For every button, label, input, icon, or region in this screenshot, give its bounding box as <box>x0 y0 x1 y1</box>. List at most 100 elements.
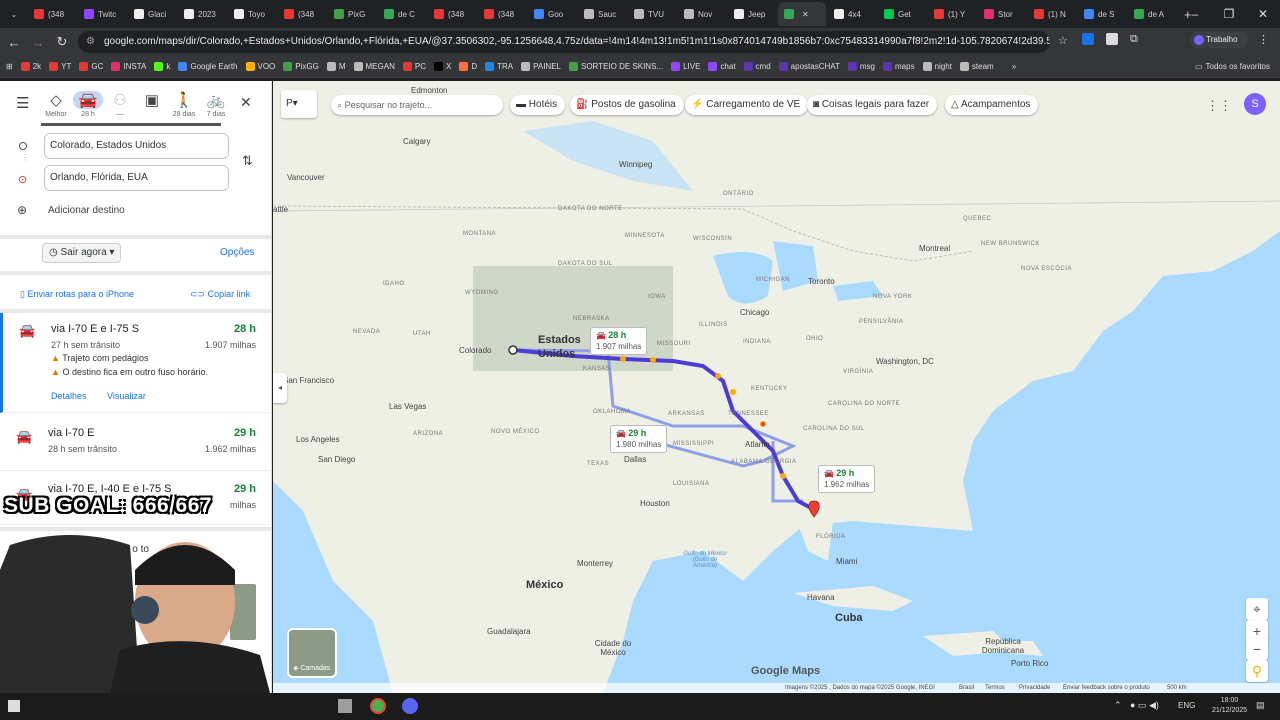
chip-hotels[interactable]: ▬ Hotéis <box>510 95 566 115</box>
bookmark-item[interactable]: k <box>154 62 170 71</box>
route-option[interactable]: 🚘 via I-70 E 29 h 28 h sem trânsito 1.96… <box>0 417 271 471</box>
pegman-icon[interactable]: ⚲ <box>1246 660 1268 682</box>
bookmark-item[interactable]: PixGG <box>283 62 319 71</box>
browser-tab[interactable]: (348 <box>278 2 326 26</box>
notifications-icon[interactable]: ▤ <box>1256 700 1265 711</box>
apps-icon[interactable]: ⊞ <box>6 62 13 71</box>
chip-ev-charging[interactable]: ⚡ Carregamento de VE <box>685 95 809 115</box>
reload-button[interactable]: ↻ <box>50 30 74 54</box>
language-indicator[interactable]: ENG <box>1178 701 1195 710</box>
browser-tab[interactable]: (348 <box>428 2 476 26</box>
apps-grid-icon[interactable]: ⋮⋮ <box>1206 98 1232 114</box>
bookmark-item[interactable]: Google Earth <box>178 62 238 71</box>
chip-things-to-do[interactable]: ◙ Coisas legais para fazer <box>807 95 938 115</box>
bookmark-item[interactable]: YT <box>49 62 71 71</box>
menu-icon[interactable]: ☰ <box>16 94 29 112</box>
close-window-button[interactable]: ✕ <box>1246 0 1280 28</box>
bookmarks-overflow-button[interactable]: » <box>1012 62 1016 71</box>
bookmark-item[interactable]: D <box>459 62 477 71</box>
tray-icons[interactable]: ● ▭ ◀) <box>1130 700 1159 711</box>
bookmark-item[interactable]: chat <box>708 62 736 71</box>
browser-tab[interactable]: 4x4 <box>828 2 876 26</box>
route-callout[interactable]: 🚘 29 h 1.980 milhas <box>610 425 668 453</box>
bookmark-item[interactable]: apostasCHAT <box>778 62 840 71</box>
clock[interactable]: 18:00 21/12/2025 <box>1212 696 1247 716</box>
browser-tab[interactable]: TVU <box>628 2 676 26</box>
chip-gas-stations[interactable]: ⛽ Postos de gasolina <box>570 95 684 115</box>
bookmark-item[interactable]: SORTEIO DE SKINS... <box>568 62 663 71</box>
minimize-button[interactable]: – <box>1178 0 1212 28</box>
mode-walk[interactable]: 🚶 28 dias <box>169 91 199 118</box>
url-field[interactable]: ⚙ google.com/maps/dir/Colorado,+Estados+… <box>78 31 1050 53</box>
extension-icon[interactable] <box>1082 33 1094 45</box>
mode-motorcycle[interactable]: ⚇ — <box>105 91 135 118</box>
all-bookmarks-folder[interactable]: ▭ Todos os favoritos <box>1195 62 1270 71</box>
browser-tab[interactable]: de C <box>378 2 426 26</box>
browser-tab[interactable]: de A <box>1128 2 1176 26</box>
search-dropdown[interactable]: P▾ <box>281 90 317 118</box>
route-search-input[interactable]: ⌕ Pesquisar no trajeto... <box>331 95 503 115</box>
options-button[interactable]: Opções <box>220 247 254 258</box>
route-option[interactable]: 🚘 via I-70 E e I-75 S 28 h 27 h sem trân… <box>0 313 271 413</box>
browser-tab[interactable]: Goo <box>528 2 576 26</box>
origin-field[interactable]: Colorado, Estados Unidos <box>44 133 229 159</box>
add-destination-button[interactable]: Adicionar destino <box>48 205 125 216</box>
route-callout[interactable]: 🚘 29 h 1.962 milhas <box>818 465 876 493</box>
browser-tab[interactable]: (348 <box>478 2 526 26</box>
browser-tab[interactable]: Get <box>878 2 926 26</box>
browser-tab[interactable]: Nov <box>678 2 726 26</box>
bookmark-item[interactable]: PC <box>402 62 426 71</box>
mode-best[interactable]: ◇ Melhor <box>41 91 71 118</box>
tray-chevron-icon[interactable]: ⌃ <box>1114 700 1122 711</box>
close-tab-icon[interactable]: ✕ <box>802 10 809 19</box>
browser-tab[interactable]: 2023 <box>178 2 226 26</box>
forward-button[interactable]: → <box>26 30 50 54</box>
browser-tab[interactable]: de S <box>1078 2 1126 26</box>
chrome-icon[interactable] <box>370 698 386 714</box>
copy-link-button[interactable]: ⊂⊃ Copiar link <box>190 289 250 300</box>
puzzle-icon[interactable]: ⧉ <box>1130 33 1138 46</box>
browser-tab[interactable]: Jeep <box>728 2 776 26</box>
browser-tab[interactable]: Glaci <box>128 2 176 26</box>
mode-car[interactable]: 🚘 28 h <box>73 91 103 118</box>
send-to-phone-button[interactable]: ▯ Enviar rotas para o iPhone <box>20 289 134 300</box>
route-callout[interactable]: 🚘 28 h 1.907 milhas <box>590 327 648 355</box>
my-location-button[interactable]: ⌖ <box>1246 598 1268 620</box>
feedback-link[interactable]: Enviar feedback sobre o produto <box>1063 683 1150 693</box>
terms-link[interactable]: Termos <box>985 683 1005 693</box>
tab-search-button[interactable]: ⌄ <box>2 2 26 26</box>
bookmark-item[interactable]: M <box>326 62 346 71</box>
start-button[interactable] <box>8 700 20 712</box>
mode-transit[interactable]: ▣ <box>137 91 167 111</box>
depart-time-dropdown[interactable]: ◷ Sair agora ▾ <box>42 243 122 263</box>
bookmark-item[interactable]: 2k <box>20 62 41 71</box>
add-icon[interactable]: ⊕ <box>17 203 27 217</box>
account-avatar[interactable]: S <box>1244 93 1266 115</box>
bookmark-item[interactable]: steam <box>959 62 994 71</box>
bookmark-item[interactable]: cmd <box>743 62 771 71</box>
bookmark-item[interactable]: GC <box>79 62 103 71</box>
browser-tab[interactable]: (1) N <box>1028 2 1076 26</box>
map-canvas[interactable]: Calgary Edmonton Vancouver Winnipeg attl… <box>273 81 1280 693</box>
browser-tab[interactable]: (1) Y <box>928 2 976 26</box>
bookmark-item[interactable]: TRA <box>485 62 513 71</box>
kebab-menu-icon[interactable]: ⋮ <box>1258 33 1269 46</box>
browser-tab[interactable]: Stor <box>978 2 1026 26</box>
bookmark-item[interactable]: msg <box>847 62 875 71</box>
bookmark-item[interactable]: INSTA <box>111 62 146 71</box>
browser-tab[interactable]: Sauc <box>578 2 626 26</box>
bookmark-item[interactable]: VOO <box>245 62 275 71</box>
browser-tab[interactable]: ✕ <box>778 2 826 26</box>
browser-tab[interactable]: Twitc <box>78 2 126 26</box>
zoom-out-button[interactable]: − <box>1246 638 1268 660</box>
profile-chip[interactable]: Trabalho <box>1190 32 1248 48</box>
preview-button[interactable]: Visualizar <box>107 391 146 401</box>
bookmark-item[interactable]: X <box>433 62 451 71</box>
region-link[interactable]: Brasil <box>959 683 974 693</box>
privacy-link[interactable]: Privacidade <box>1019 683 1050 693</box>
bookmark-item[interactable]: MEGAN <box>353 62 395 71</box>
calculator-icon[interactable] <box>338 699 352 713</box>
bookmark-item[interactable]: night <box>922 62 952 71</box>
chip-camping[interactable]: △ Acampamentos <box>945 95 1039 115</box>
browser-tab[interactable]: PixG <box>328 2 376 26</box>
